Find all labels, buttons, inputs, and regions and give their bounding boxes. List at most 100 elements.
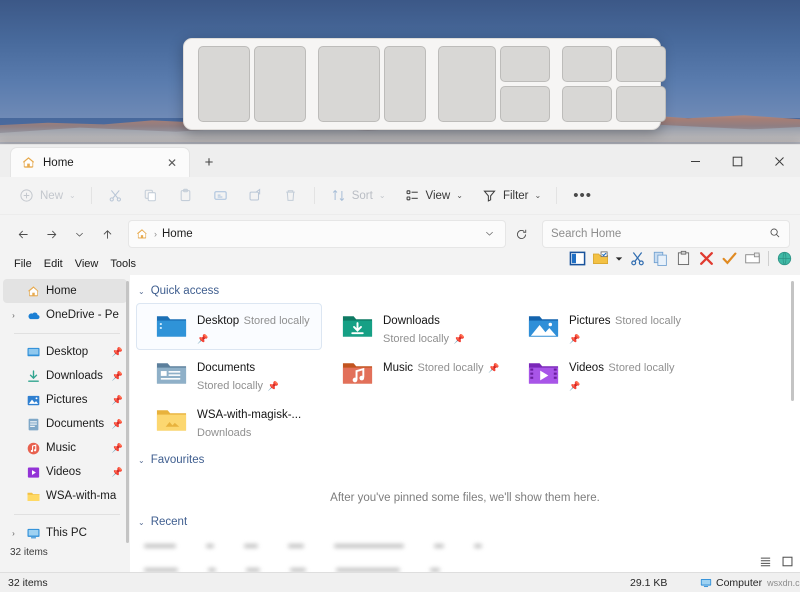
cut-button[interactable] bbox=[628, 249, 647, 268]
menu-view[interactable]: View bbox=[69, 258, 105, 270]
forward-button[interactable] bbox=[38, 221, 64, 247]
breadcrumb-home[interactable]: Home bbox=[162, 228, 475, 240]
home-icon bbox=[135, 227, 149, 241]
snap-cell[interactable] bbox=[198, 46, 250, 122]
pin-icon[interactable]: 📌 bbox=[110, 443, 123, 454]
quick-access-item-videos[interactable]: Videos Stored locally 📌 bbox=[508, 350, 694, 397]
sidebar-item-onedrive[interactable]: › OneDrive - Pe bbox=[3, 303, 127, 327]
minimize-icon[interactable] bbox=[674, 145, 716, 177]
search-box[interactable]: Search Home bbox=[542, 220, 790, 248]
funnel-icon bbox=[481, 187, 498, 204]
quick-access-item-music[interactable]: Music Stored locally 📌 bbox=[322, 350, 508, 397]
snap-cell[interactable] bbox=[500, 46, 550, 82]
chevron-down-icon[interactable] bbox=[480, 228, 499, 241]
back-button[interactable] bbox=[10, 221, 36, 247]
window-body: Home › OneDrive - Pe bbox=[0, 275, 800, 572]
quick-access-item-documents[interactable]: Documents Stored locally 📌 bbox=[136, 350, 322, 397]
section-header-recent[interactable]: ⌄ Recent bbox=[130, 512, 800, 534]
tab-title: Home bbox=[43, 157, 156, 169]
new-folder-button[interactable] bbox=[591, 249, 610, 268]
view-button[interactable]: View ⌄ bbox=[396, 182, 471, 210]
sidebar-item-this-pc[interactable]: › This PC bbox=[3, 521, 127, 545]
paste-button[interactable] bbox=[169, 182, 202, 210]
pin-icon[interactable]: 📌 bbox=[110, 347, 123, 358]
menu-tools[interactable]: Tools bbox=[104, 258, 142, 270]
new-tab-button[interactable]: + bbox=[196, 149, 222, 175]
chevron-down-icon[interactable]: ⌄ bbox=[138, 518, 145, 527]
snap-cell[interactable] bbox=[254, 46, 306, 122]
address-bar[interactable]: › Home bbox=[128, 220, 506, 248]
new-button[interactable]: New ⌄ bbox=[10, 182, 84, 210]
snap-layout-option-two-equal-columns[interactable] bbox=[192, 46, 312, 122]
sidebar-item-wsa-with-magisk[interactable]: WSA-with-ma bbox=[3, 484, 127, 508]
snap-cell[interactable] bbox=[318, 46, 380, 122]
snap-cell[interactable] bbox=[384, 46, 426, 122]
copy-button[interactable] bbox=[134, 182, 167, 210]
snap-cell[interactable] bbox=[438, 46, 496, 122]
snap-layouts-flyout[interactable] bbox=[183, 38, 661, 130]
sidebar-item-downloads[interactable]: Downloads 📌 bbox=[3, 364, 127, 388]
recent-locations-button[interactable] bbox=[66, 221, 92, 247]
chevron-down-icon[interactable]: ⌄ bbox=[138, 456, 145, 465]
sidebar-item-videos[interactable]: Videos 📌 bbox=[3, 460, 127, 484]
globe-icon[interactable] bbox=[775, 249, 794, 268]
share-button[interactable] bbox=[239, 182, 272, 210]
section-header-quick-access[interactable]: ⌄ Quick access bbox=[130, 281, 800, 303]
tab-home[interactable]: Home ✕ bbox=[10, 147, 190, 177]
recent-row-obscured[interactable] bbox=[144, 562, 790, 572]
snap-cell[interactable] bbox=[616, 46, 666, 82]
refresh-button[interactable] bbox=[508, 221, 534, 247]
quick-access-item-wsa-with-magisk[interactable]: WSA-with-magisk-... Downloads bbox=[136, 397, 322, 444]
pin-icon[interactable]: 📌 bbox=[110, 467, 123, 478]
tab-close-icon[interactable]: ✕ bbox=[163, 154, 181, 172]
rename-button[interactable] bbox=[204, 182, 237, 210]
close-icon[interactable] bbox=[758, 145, 800, 177]
sidebar-item-music[interactable]: Music 📌 bbox=[3, 436, 127, 460]
quick-access-item-downloads[interactable]: Downloads Stored locally 📌 bbox=[322, 303, 508, 350]
snap-cell[interactable] bbox=[500, 86, 550, 122]
snap-cell[interactable] bbox=[562, 86, 612, 122]
up-button[interactable] bbox=[94, 221, 120, 247]
cut-button[interactable] bbox=[99, 182, 132, 210]
snap-cell[interactable] bbox=[562, 46, 612, 82]
sidebar-item-documents[interactable]: Documents 📌 bbox=[3, 412, 127, 436]
desktop-folder-icon bbox=[25, 344, 41, 360]
rename-button[interactable] bbox=[743, 249, 762, 268]
folder-dropdown[interactable] bbox=[614, 249, 624, 268]
pin-icon[interactable]: 📌 bbox=[110, 419, 123, 430]
filter-button[interactable]: Filter ⌄ bbox=[473, 182, 549, 210]
quick-access-item-pictures[interactable]: Pictures Stored locally 📌 bbox=[508, 303, 694, 350]
chevron-down-icon[interactable]: ⌄ bbox=[138, 287, 145, 296]
quick-access-item-desktop[interactable]: Desktop Stored locally 📌 bbox=[136, 303, 322, 350]
sidebar-item-pictures[interactable]: Pictures 📌 bbox=[3, 388, 127, 412]
pin-icon[interactable]: 📌 bbox=[110, 395, 123, 406]
details-view-icon[interactable] bbox=[758, 554, 772, 568]
delete-button[interactable] bbox=[697, 249, 716, 268]
maximize-icon[interactable] bbox=[716, 145, 758, 177]
menu-file[interactable]: File bbox=[8, 258, 38, 270]
snap-layout-option-wide-left-narrow-right[interactable] bbox=[312, 46, 432, 122]
sidebar-item-desktop[interactable]: Desktop 📌 bbox=[3, 340, 127, 364]
sidebar-scrollbar[interactable] bbox=[126, 281, 129, 543]
section-header-favourites[interactable]: ⌄ Favourites bbox=[130, 444, 800, 472]
overflow-menu-button[interactable]: ••• bbox=[564, 187, 601, 204]
large-icons-view-icon[interactable] bbox=[780, 554, 794, 568]
chevron-right-icon[interactable]: › bbox=[7, 529, 20, 538]
pin-icon[interactable]: 📌 bbox=[110, 371, 123, 382]
snap-layout-option-large-left-two-stacked-right[interactable] bbox=[432, 46, 556, 122]
snap-cell[interactable] bbox=[616, 86, 666, 122]
navigation-pane-toggle[interactable] bbox=[568, 249, 587, 268]
confirm-button[interactable] bbox=[720, 249, 739, 268]
paste-button[interactable] bbox=[674, 249, 693, 268]
search-input[interactable]: Search Home bbox=[551, 228, 769, 240]
menu-edit[interactable]: Edit bbox=[38, 258, 69, 270]
watermark: wsxdn.com bbox=[767, 578, 800, 588]
sidebar-item-home[interactable]: Home bbox=[3, 279, 127, 303]
snap-layout-option-four-quadrant-grid[interactable] bbox=[556, 46, 672, 122]
delete-button[interactable] bbox=[274, 182, 307, 210]
copy-button[interactable] bbox=[651, 249, 670, 268]
content-scrollbar[interactable] bbox=[791, 281, 794, 401]
chevron-right-icon[interactable]: › bbox=[7, 311, 20, 320]
recent-row-obscured[interactable] bbox=[144, 538, 790, 554]
sort-button[interactable]: Sort ⌄ bbox=[322, 182, 394, 210]
